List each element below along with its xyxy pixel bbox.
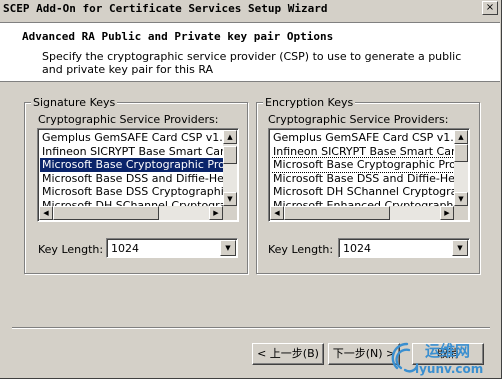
scroll-right-icon[interactable]: ▶ <box>440 206 454 220</box>
encryption-vscroll-thumb[interactable] <box>454 144 468 162</box>
encryption-key-length-label: Key Length: <box>268 243 334 256</box>
signature-keys-group-label: Signature Keys <box>31 96 118 109</box>
signature-csp-list: Gemplus GemSAFE Card CSP v1.0 Infineon SI… <box>40 131 223 206</box>
signature-horizontal-scrollbar[interactable]: ◀ ▶ <box>39 206 223 220</box>
footer-separator <box>12 327 490 329</box>
list-item[interactable]: Infineon SICRYPT Base Smart Card CSP <box>271 145 454 159</box>
list-item[interactable]: Microsoft Base Cryptographic Provider v1… <box>271 157 454 173</box>
wizard-window: SCEP Add-On for Certificate Services Set… <box>0 0 502 379</box>
encryption-csp-list: Gemplus GemSAFE Card CSP v1.0 Infineon SI… <box>271 131 454 206</box>
encryption-csp-label: Cryptographic Service Providers: <box>268 113 449 126</box>
watermark-text-cn: 运维网 <box>425 342 470 360</box>
scroll-down-icon[interactable]: ▼ <box>223 192 237 206</box>
scroll-left-icon[interactable]: ◀ <box>270 206 284 220</box>
page-title: Advanced RA Public and Private key pair … <box>22 30 334 43</box>
signature-csp-label: Cryptographic Service Providers: <box>38 113 219 126</box>
page-description: Specify the cryptographic service provid… <box>42 50 462 76</box>
list-item[interactable]: Microsoft Base DSS and Diffie-Hellman Cr… <box>271 172 454 186</box>
window-title: SCEP Add-On for Certificate Services Set… <box>3 2 328 15</box>
watermark-text-url: iyunv.com <box>415 362 483 376</box>
encryption-horizontal-scrollbar[interactable]: ◀ ▶ <box>270 206 454 220</box>
scroll-down-icon[interactable]: ▼ <box>454 192 468 206</box>
encryption-key-length-select[interactable]: 1024 ▼ <box>338 238 470 258</box>
signature-vertical-scrollbar[interactable]: ▲ ▼ <box>223 130 237 206</box>
list-item[interactable]: Gemplus GemSAFE Card CSP v1.0 <box>271 131 454 145</box>
encryption-vertical-scrollbar[interactable]: ▲ ▼ <box>454 130 468 206</box>
list-item[interactable]: Infineon SICRYPT Base Smart Card CSP <box>40 145 223 159</box>
list-item[interactable]: Microsoft DH SChannel Cryptographic Prov… <box>271 185 454 199</box>
scroll-left-icon[interactable]: ◀ <box>39 206 53 220</box>
scroll-up-icon[interactable]: ▲ <box>223 130 237 144</box>
list-item[interactable]: Gemplus GemSAFE Card CSP v1.0 <box>40 131 223 145</box>
signature-vscroll-thumb[interactable] <box>223 146 237 164</box>
signature-hscroll-thumb[interactable] <box>53 206 159 220</box>
chevron-down-icon[interactable]: ▼ <box>220 240 236 256</box>
list-item[interactable]: Microsoft Base DSS and Diffie-Hellman Cr… <box>40 172 223 186</box>
list-item[interactable]: Microsoft Base DSS Cryptographic Provide… <box>40 185 223 199</box>
encryption-key-length-value: 1024 <box>343 242 371 255</box>
title-bar: SCEP Add-On for Certificate Services Set… <box>0 0 500 18</box>
list-item[interactable]: Microsoft Base Cryptographic Provider v1… <box>40 158 223 172</box>
signature-key-length-select[interactable]: 1024 ▼ <box>106 238 238 258</box>
signature-key-length-label: Key Length: <box>38 243 104 256</box>
scroll-up-icon[interactable]: ▲ <box>454 130 468 144</box>
scroll-right-icon[interactable]: ▶ <box>209 206 223 220</box>
scrollbar-corner <box>454 206 468 220</box>
back-button[interactable]: < 上一步(B) <box>252 343 324 365</box>
encryption-hscroll-thumb[interactable] <box>284 206 390 220</box>
wizard-header: Advanced RA Public and Private key pair … <box>0 22 500 82</box>
close-button[interactable]: × <box>482 1 498 15</box>
encryption-csp-listbox[interactable]: Gemplus GemSAFE Card CSP v1.0 Infineon SI… <box>268 128 470 222</box>
signature-key-length-value: 1024 <box>111 242 139 255</box>
list-item[interactable]: Microsoft Enhanced Cryptographic Provide… <box>271 199 454 207</box>
watermark-logo: 运维网 iyunv.com <box>391 342 483 376</box>
signature-csp-listbox[interactable]: Gemplus GemSAFE Card CSP v1.0 Infineon SI… <box>37 128 239 222</box>
scrollbar-corner <box>223 206 237 220</box>
chevron-down-icon[interactable]: ▼ <box>452 240 468 256</box>
watermark-swoosh-icon <box>391 342 419 373</box>
list-item[interactable]: Microsoft DH SChannel Cryptographic Prov… <box>40 199 223 207</box>
encryption-keys-group-label: Encryption Keys <box>263 96 356 109</box>
